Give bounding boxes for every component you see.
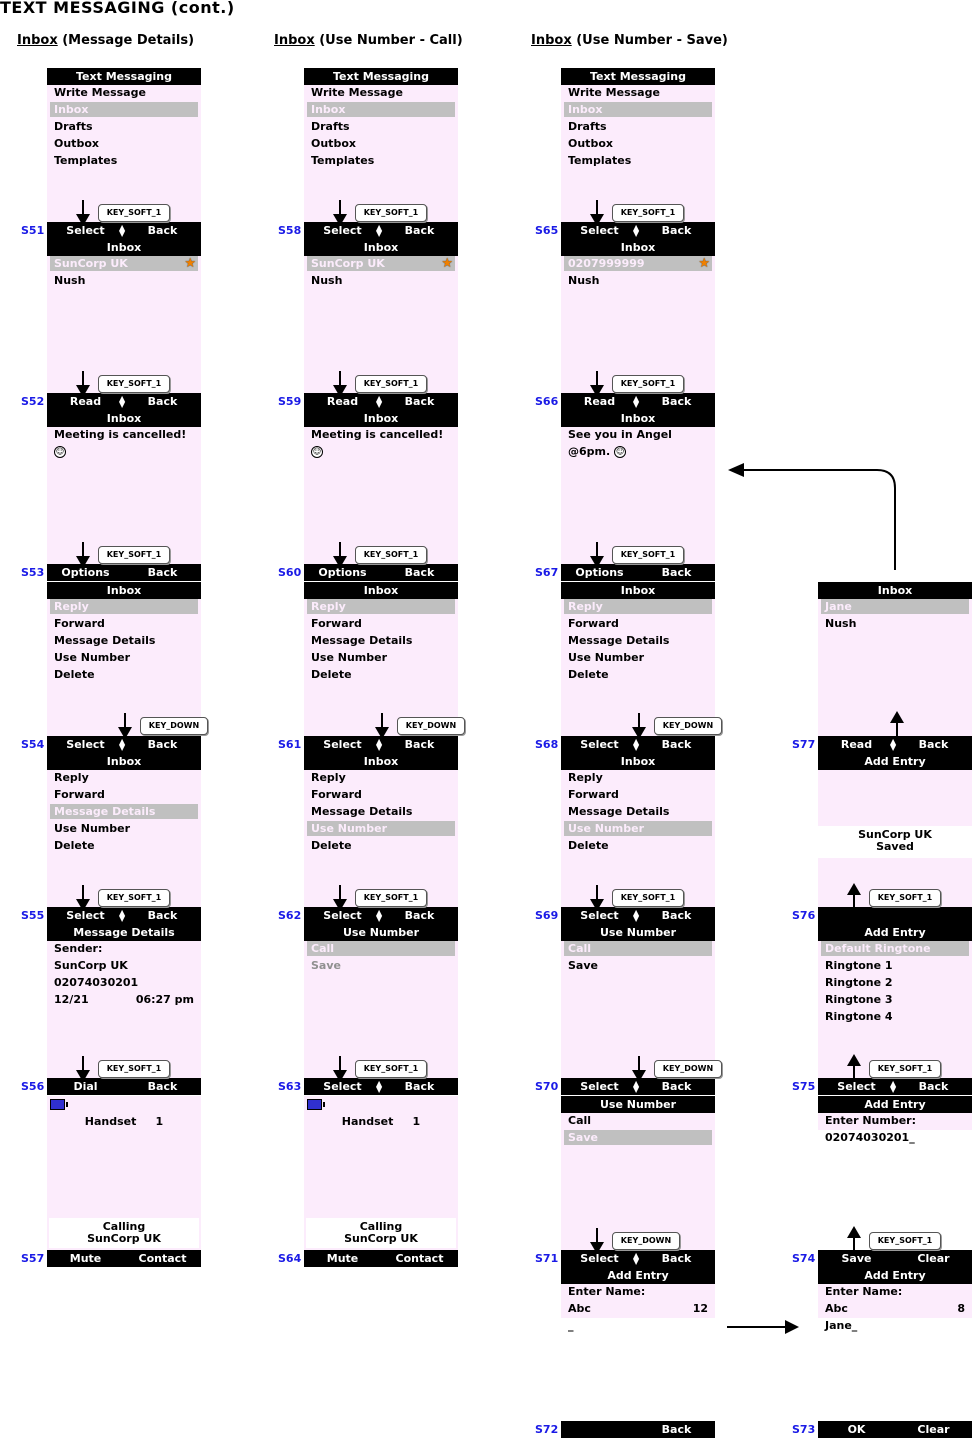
softkey-bar: OK Clear	[818, 1421, 972, 1438]
softkey-right[interactable]: Clear	[895, 1421, 972, 1438]
screen-id-label: S73	[792, 1423, 816, 1436]
softkey-left[interactable]: OK	[818, 1421, 895, 1438]
return-arrow-head	[728, 463, 744, 477]
return-arrow-line	[740, 469, 896, 570]
arrow-s72-to-s73	[727, 1320, 799, 1334]
return-arrow-s77-to-s67	[728, 463, 896, 570]
softkey-bar: Back	[561, 1421, 715, 1438]
softkey-right[interactable]: Back	[638, 1421, 715, 1438]
screen-id-label: S72	[535, 1423, 559, 1436]
